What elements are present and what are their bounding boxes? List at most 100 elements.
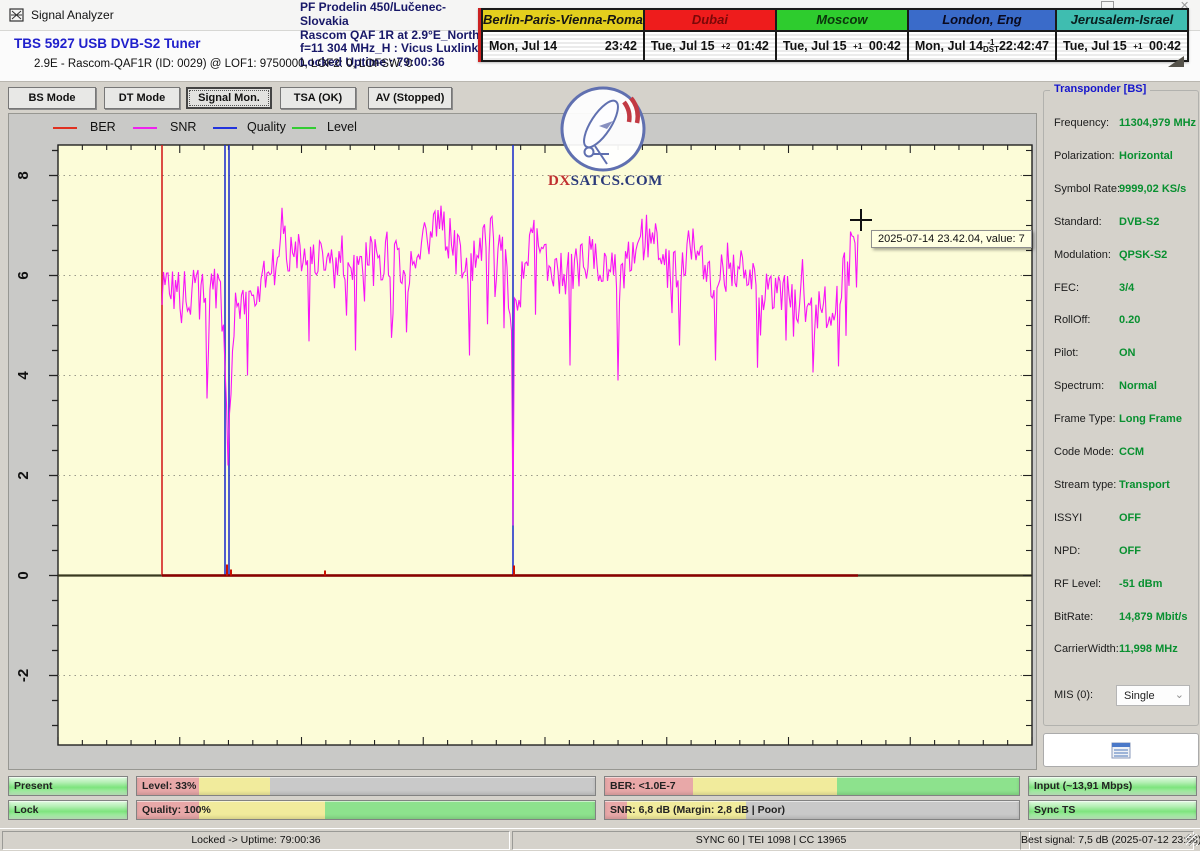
logo-text-rest: SATCS.COM (571, 173, 663, 189)
clock-widget-grip[interactable] (1168, 56, 1184, 67)
field-label: Pilot: (1054, 347, 1078, 359)
field-label: NPD: (1054, 545, 1080, 557)
field-value: Long Frame (1119, 413, 1182, 425)
field-label: Stream type: (1054, 479, 1116, 491)
site-info-line: f=11 304 MHz_H : Vicus Luxlink (300, 42, 490, 56)
transponder-row-frame-type: Frame Type:Long Frame (1044, 413, 1198, 429)
transponder-row-polarization: Polarization: Horizontal (1044, 150, 1198, 166)
indicator-ber: BER: <1.0E-7 (604, 776, 1020, 796)
statusbar-section-1: SYNC 60 | TEI 1098 | CC 13965 (512, 831, 1030, 850)
indicator-input-13-91-mbps: Input (~13,91 Mbps) (1028, 776, 1197, 796)
signal-chart[interactable]: 86420-2 (8, 113, 1035, 768)
world-clocks[interactable]: Berlin-Paris-Vienna-RomaMon, Jul 1423:42… (478, 8, 1189, 62)
tab-bs-mode[interactable]: BS Mode (8, 87, 96, 109)
tuner-title: TBS 5927 USB DVB-S2 Tuner (14, 36, 201, 51)
status-bar: Locked -> Uptime: 79:00:36SYNC 60 | TEI … (0, 828, 1200, 851)
field-value: OFF (1119, 545, 1141, 557)
tab-signal-mon[interactable]: Signal Mon. (186, 87, 272, 109)
field-label: Spectrum: (1054, 380, 1104, 392)
field-label: Polarization: (1054, 150, 1115, 162)
clock-city-label: Moscow (777, 10, 907, 32)
clock-moscow: MoscowTue, Jul 15+100:42 (775, 8, 909, 62)
transport-list-button[interactable] (1043, 733, 1199, 767)
clock-time-row: Mon, Jul 1423:42 (483, 32, 643, 60)
clock-utc-offset: -1DST (983, 39, 999, 53)
clock-utc-offset: +1 (1127, 43, 1149, 50)
chevron-down-icon: ⌄ (1175, 685, 1184, 705)
field-value: Horizontal (1119, 150, 1173, 162)
transponder-panel-title: Transponder [BS] (1050, 83, 1150, 95)
field-value: DVB-S2 (1119, 216, 1159, 228)
transponder-row-issyi: ISSYIOFF (1044, 512, 1198, 528)
mis-row: MIS (0): Single ⌄ (1044, 685, 1198, 707)
clock-city-label: Berlin-Paris-Vienna-Roma (483, 10, 643, 32)
app-icon (9, 7, 25, 28)
logo-text-dx: DX (548, 173, 571, 189)
tab-tsa-ok[interactable]: TSA (OK) (280, 87, 356, 109)
transponder-row-pilot: Pilot: ON (1044, 347, 1198, 363)
clock-time-row: Tue, Jul 15+201:42 (645, 32, 775, 60)
field-value: 9999,02 KS/s (1119, 183, 1186, 195)
clock-utc-offset: +2 (715, 43, 737, 50)
transponder-row-npd: NPD: OFF (1044, 545, 1198, 561)
svg-text:0: 0 (15, 571, 32, 579)
field-value: 14,879 Mbit/s (1119, 611, 1187, 623)
site-info-line: Rascom QAF 1R at 2.9°E_North (300, 29, 490, 43)
transponder-row-spectrum: Spectrum:Normal (1044, 380, 1198, 396)
statusbar-section-2: Best signal: 7,5 dB (2025-07-12 23:58) (1020, 831, 1194, 850)
clock-jerusalem-israel: Jerusalem-Israel Tue, Jul 15+100:42 (1055, 8, 1189, 62)
transponder-row-rf-level: RF Level:-51 dBm (1044, 578, 1198, 594)
indicator-present: Present (8, 776, 128, 796)
statusbar-section-0: Locked -> Uptime: 79:00:36 (2, 831, 510, 850)
chart-tooltip: 2025-07-14 23.42.04, value: 7 (871, 230, 1032, 248)
crosshair-cursor (860, 209, 862, 231)
clock-time: 00:42 (1149, 39, 1181, 53)
clock-time-row: Tue, Jul 15+100:42 (777, 32, 907, 60)
transponder-row-stream-type: Stream type:Transport (1044, 479, 1198, 495)
field-value: ON (1119, 347, 1136, 359)
field-value: 3/4 (1119, 282, 1134, 294)
transponder-row-carrierwidth: CarrierWidth:11,998 MHz (1044, 643, 1198, 659)
satellite-dish-icon (551, 84, 655, 174)
transponder-row-bitrate: BitRate:14,879 Mbit/s (1044, 611, 1198, 627)
transponder-row-modulation: Modulation:QPSK-S2 (1044, 249, 1198, 265)
tab-dt-mode[interactable]: DT Mode (104, 87, 180, 109)
clock-dubai: DubaiTue, Jul 15+201:42 (643, 8, 777, 62)
tab-av-stopped[interactable]: AV (Stopped) (368, 87, 452, 109)
transponder-groupbox: MIS (0): Single ⌄ Frequency:11304,979 MH… (1043, 90, 1199, 726)
clock-date: Mon, Jul 14 (915, 39, 983, 53)
list-icon (1110, 742, 1132, 759)
clock-date: Tue, Jul 15 (783, 39, 847, 53)
mis-dropdown[interactable]: Single ⌄ (1116, 685, 1190, 706)
window-title: Signal Analyzer (31, 8, 114, 22)
clock-date: Tue, Jul 15 (651, 39, 715, 53)
field-value: CCM (1119, 446, 1144, 458)
clock-city-label: Jerusalem-Israel (1057, 10, 1187, 32)
field-value: QPSK-S2 (1119, 249, 1167, 261)
clock-utc-offset: +1 (847, 43, 869, 50)
indicator-sync-ts: Sync TS (1028, 800, 1197, 820)
field-value: 11,998 MHz (1119, 643, 1178, 655)
mis-label: MIS (0): (1054, 689, 1093, 701)
svg-text:8: 8 (15, 171, 32, 179)
field-value: OFF (1119, 512, 1141, 524)
transponder-row-code-mode: Code Mode:CCM (1044, 446, 1198, 462)
indicator-level: Level: 33% (136, 776, 596, 796)
clock-london-eng: London, EngMon, Jul 14-1DST22:42:47 (907, 8, 1057, 62)
resize-grip[interactable] (1186, 834, 1198, 846)
svg-text:2: 2 (15, 471, 32, 479)
field-label: Frame Type: (1054, 413, 1116, 425)
clock-date: Tue, Jul 15 (1063, 39, 1127, 53)
svg-text:4: 4 (15, 371, 32, 380)
field-label: FEC: (1054, 282, 1079, 294)
field-value: Transport (1119, 479, 1170, 491)
indicator-snr: SNR: 6,8 dB (Margin: 2,8 dB | Poor) (604, 800, 1020, 820)
field-label: Standard: (1054, 216, 1102, 228)
clock-time-row: Mon, Jul 14-1DST22:42:47 (909, 32, 1055, 60)
transponder-row-symbol-rate: Symbol Rate:9999,02 KS/s (1044, 183, 1198, 199)
transponder-row-frequency: Frequency:11304,979 MHz (1044, 117, 1198, 133)
mis-selected-value: Single (1124, 690, 1155, 702)
field-label: CarrierWidth: (1054, 643, 1119, 655)
field-label: Frequency: (1054, 117, 1109, 129)
field-value: 0.20 (1119, 314, 1140, 326)
